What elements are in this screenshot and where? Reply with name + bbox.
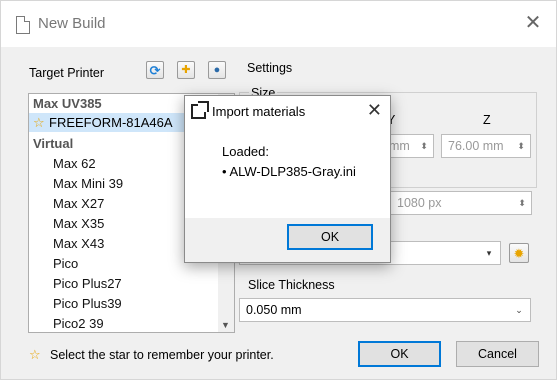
slice-thickness-label: Slice Thickness <box>248 278 335 292</box>
star-icon: ☆ <box>29 347 41 362</box>
material-settings-button[interactable]: ✹ <box>509 243 529 263</box>
gear-icon: ✹ <box>513 245 525 261</box>
external-link-icon <box>191 101 209 119</box>
refresh-icon: ⟳ <box>149 62 161 78</box>
dialog-close-icon[interactable]: ✕ <box>367 100 382 121</box>
z-label: Z <box>483 113 491 127</box>
dialog-body: Loaded: • ALW-DLP385-Gray.ini <box>185 128 390 218</box>
y-value: mm <box>389 139 410 153</box>
window-title: New Build <box>38 15 106 32</box>
y-spin-icon[interactable]: ⬍ <box>417 135 431 157</box>
resolution-spin-icon[interactable]: ⬍ <box>515 192 529 214</box>
network-button[interactable]: ● <box>208 61 226 79</box>
network-icon: ● <box>213 63 221 76</box>
slice-thickness-value: 0.050 mm <box>246 303 302 317</box>
dialog-title-bar: Import materials ✕ <box>185 96 390 128</box>
chevron-down-icon[interactable]: ▼ <box>221 320 230 330</box>
document-icon <box>16 16 30 34</box>
star-icon[interactable]: ☆ <box>33 113 45 132</box>
z-field[interactable]: 76.00 mm ⬍ <box>441 134 531 158</box>
close-icon[interactable]: ✕ <box>520 10 546 36</box>
add-star-icon: ✚ <box>181 63 191 76</box>
ok-button[interactable]: OK <box>358 341 441 367</box>
chevron-down-icon[interactable]: ▾ <box>482 242 496 264</box>
title-bar: New Build ✕ <box>1 1 556 47</box>
target-printer-label: Target Printer <box>29 66 105 80</box>
refresh-button[interactable]: ⟳ <box>146 61 164 79</box>
cancel-button[interactable]: Cancel <box>456 341 539 367</box>
printer-item-label: FREEFORM-81A46A <box>49 115 173 130</box>
add-printer-button[interactable]: ✚ <box>177 61 195 79</box>
z-value: 76.00 mm <box>448 139 504 153</box>
new-build-window: New Build ✕ Target Printer ⟳ ✚ ● Max UV3… <box>0 0 557 380</box>
printer-item-pico2-39[interactable]: Pico2 39 <box>29 314 219 332</box>
loaded-file: • ALW-DLP385-Gray.ini <box>222 164 356 179</box>
settings-label: Settings <box>247 61 293 75</box>
dialog-ok-button[interactable]: OK <box>287 224 373 250</box>
dialog-title: Import materials <box>212 104 306 119</box>
z-spin-icon[interactable]: ⬍ <box>514 135 528 157</box>
printer-item-pico-plus39[interactable]: Pico Plus39 <box>29 294 219 313</box>
resolution-value: 1080 px <box>397 196 442 210</box>
chevron-down-icon[interactable]: ⌄ <box>512 299 526 321</box>
resolution-field[interactable]: 1080 px ⬍ <box>390 191 532 215</box>
printer-item-pico-plus27[interactable]: Pico Plus27 <box>29 274 219 293</box>
import-materials-dialog: Import materials ✕ Loaded: • ALW-DLP385-… <box>184 95 391 263</box>
hint-text: Select the star to remember your printer… <box>50 348 274 362</box>
loaded-label: Loaded: <box>222 144 269 159</box>
slice-thickness-select[interactable]: 0.050 mm ⌄ <box>239 298 531 322</box>
